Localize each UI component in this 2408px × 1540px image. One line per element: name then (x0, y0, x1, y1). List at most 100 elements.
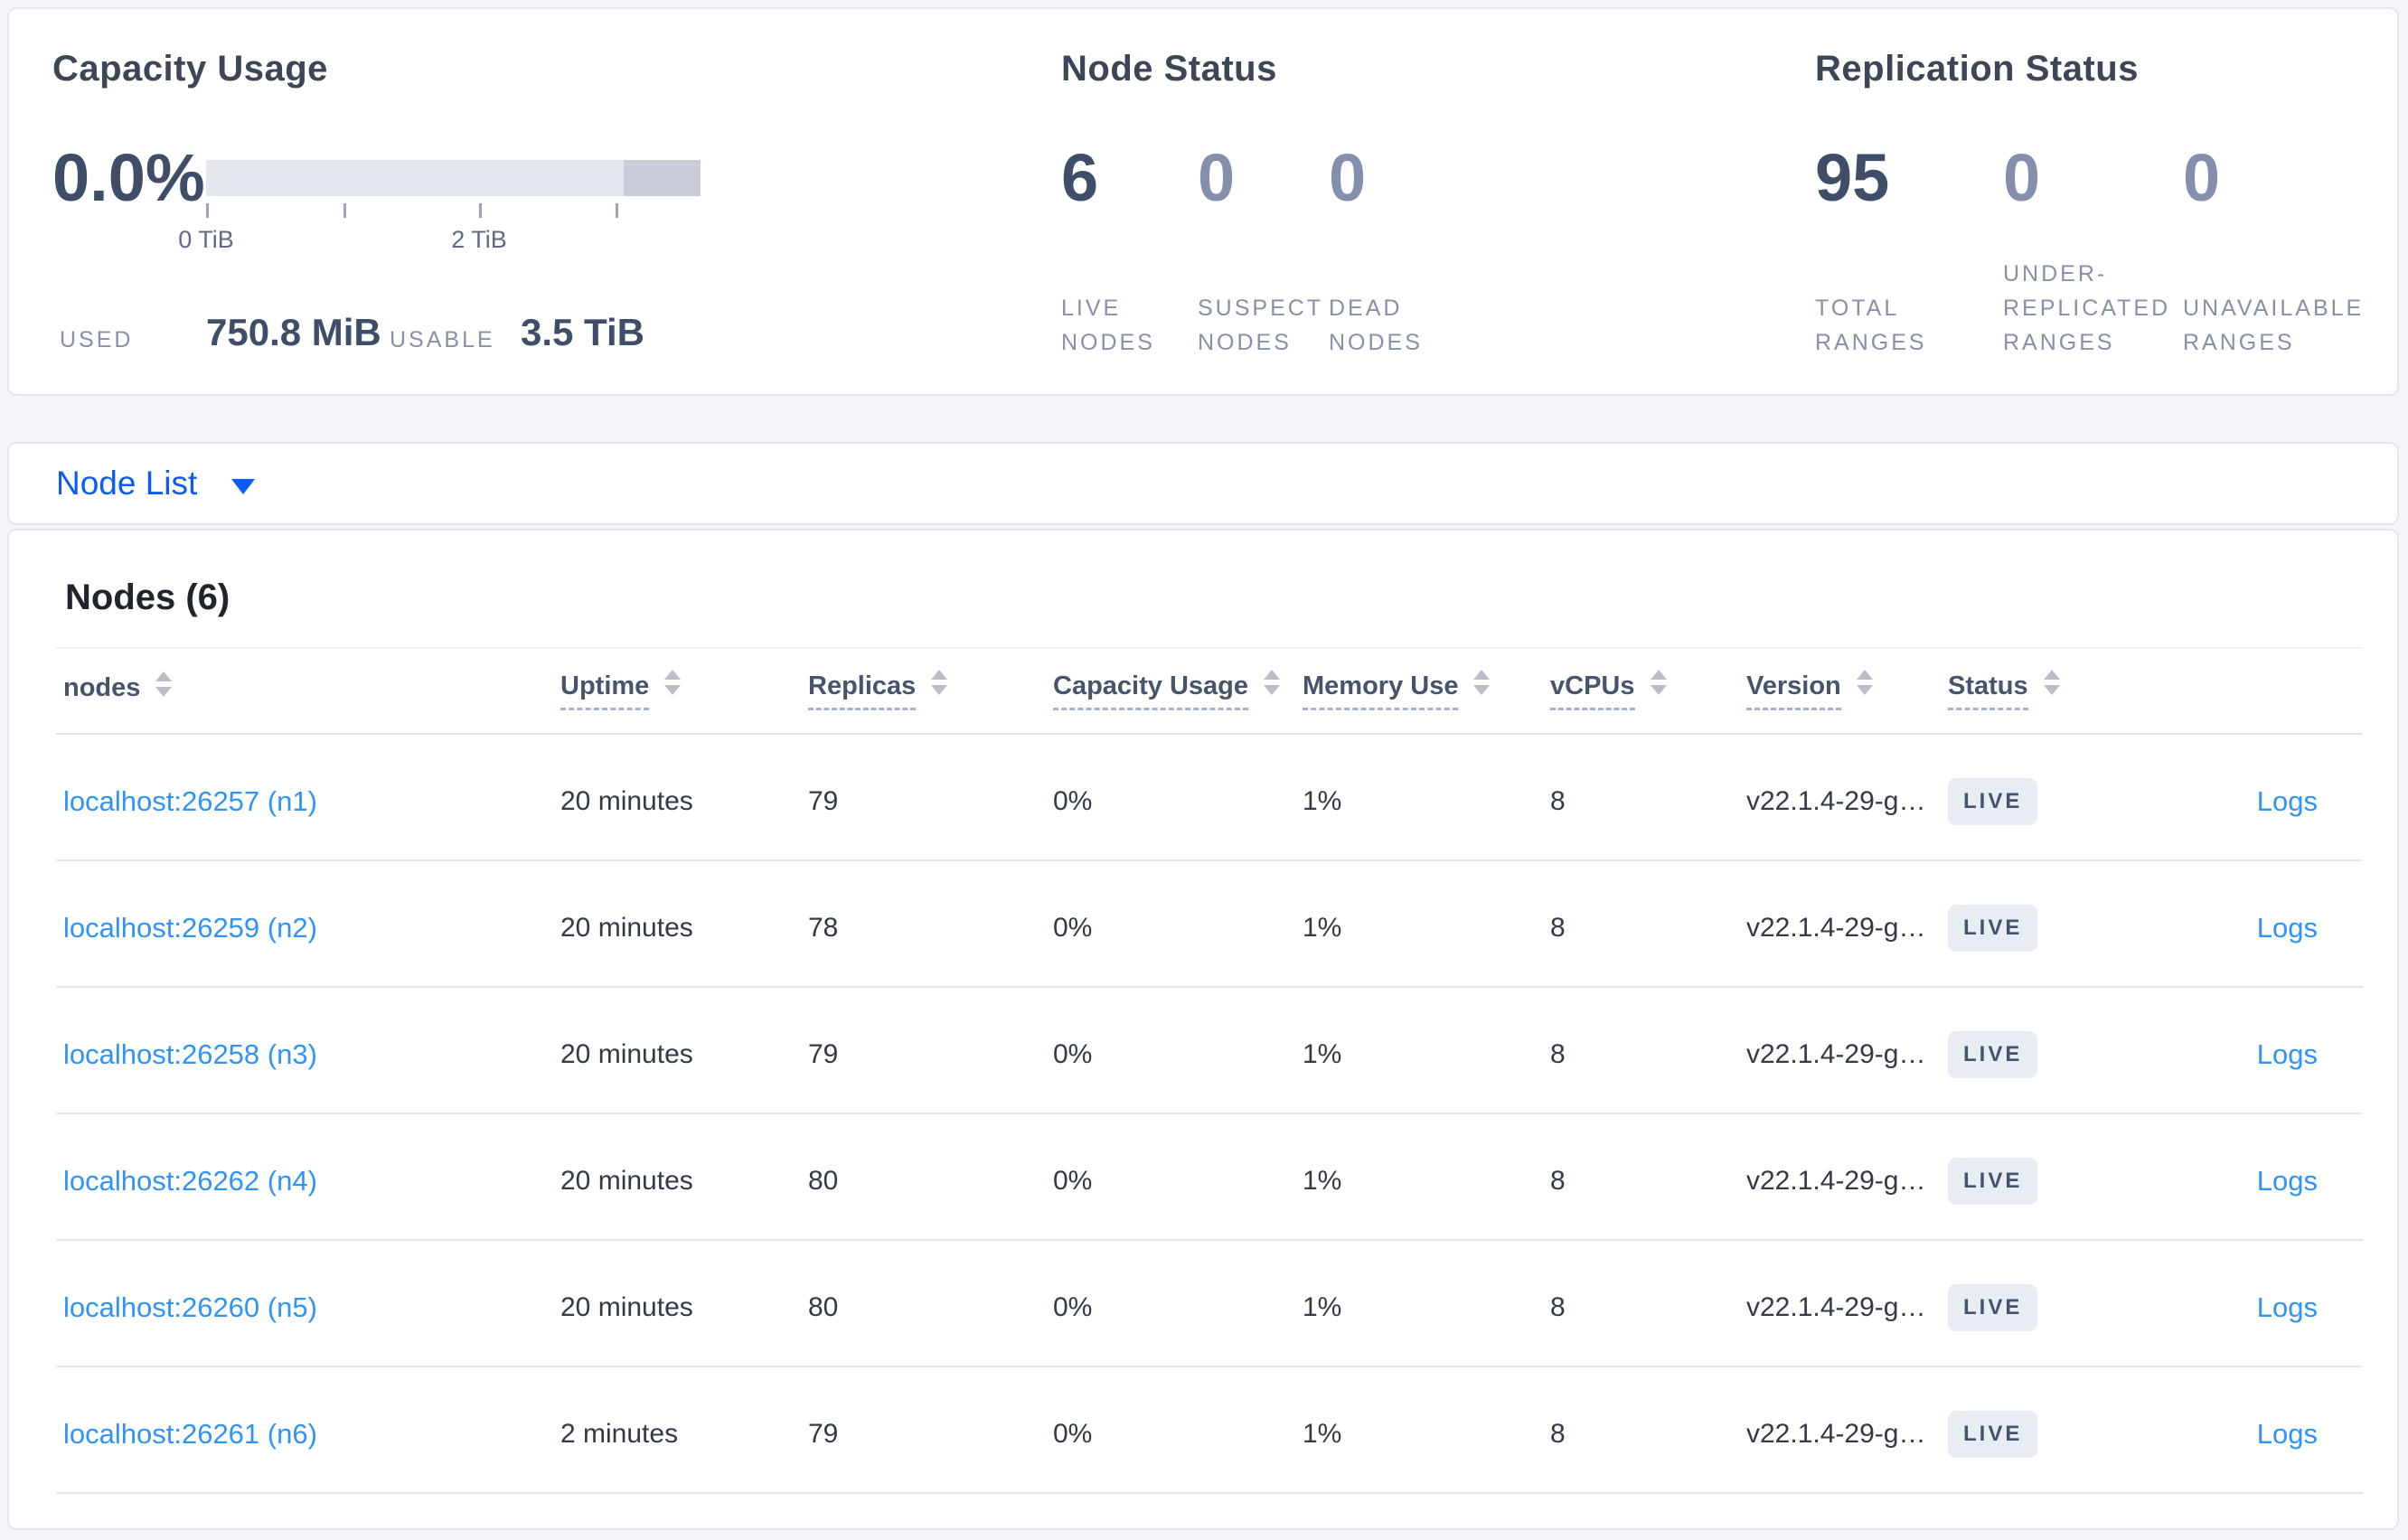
live-nodes-label: LIVE NODES (1061, 296, 1155, 355)
logs-link[interactable]: Logs (2257, 1038, 2318, 1070)
column-label: Capacity Usage (1053, 671, 1248, 710)
logs-cell: Logs (2155, 1113, 2363, 1240)
column-label: Replicas (808, 671, 917, 710)
node-address-cell: localhost:26257 (n1) (56, 734, 553, 860)
version-cell: v22.1.4-29-g… (1746, 1419, 1926, 1449)
replicas-cell: 79 (808, 1039, 839, 1069)
logs-link[interactable]: Logs (2257, 1418, 2318, 1450)
memory-use-cell: 1% (1303, 1039, 1342, 1069)
dead-nodes-label: DEAD NODES (1329, 296, 1423, 355)
node-address-link[interactable]: localhost:26262 (n4) (63, 1165, 317, 1197)
capacity-usage-cell: 0% (1053, 1166, 1093, 1196)
column-header-nodes[interactable]: nodes (56, 648, 553, 734)
vcpus-cell: 8 (1550, 913, 1566, 943)
column-header-vcpus[interactable]: vCPUs (1543, 648, 1739, 734)
table-row: localhost:26258 (n3) 20 minutes 79 0% 1% 8 v22… (56, 987, 2363, 1113)
logs-link[interactable]: Logs (2257, 1291, 2318, 1323)
vcpus-cell: 8 (1550, 1292, 1566, 1322)
memory-use-cell: 1% (1303, 1292, 1342, 1322)
replicas-cell: 80 (808, 1166, 839, 1196)
column-header-logs-spacer (2155, 648, 2363, 734)
version-cell: v22.1.4-29-g… (1746, 1039, 1926, 1069)
column-header-memory-use[interactable]: Memory Use (1295, 648, 1543, 734)
status-badge: LIVE (1948, 1031, 2038, 1078)
sort-icon (1650, 670, 1667, 696)
status-cell: LIVE (1941, 1240, 2155, 1366)
nodes-table-card: Nodes (6) nodes Uptime Replicas Capacity… (7, 529, 2399, 1530)
total-ranges-value: 95 (1815, 140, 1890, 215)
column-header-capacity-usage[interactable]: Capacity Usage (1046, 648, 1295, 734)
nodes-section-heading: Nodes (6) (65, 578, 230, 617)
view-selector-bar: Node List (7, 442, 2399, 525)
version-cell: v22.1.4-29-g… (1746, 786, 1926, 816)
uptime-cell: 20 minutes (560, 786, 693, 816)
logs-link[interactable]: Logs (2257, 1165, 2318, 1197)
memory-use-cell: 1% (1303, 913, 1342, 943)
used-label: USED (60, 327, 134, 352)
column-label: nodes (63, 672, 141, 702)
suspect-nodes-value: 0 (1198, 140, 1236, 215)
column-header-version[interactable]: Version (1739, 648, 1941, 734)
node-address-link[interactable]: localhost:26260 (n5) (63, 1291, 317, 1323)
unavailable-ranges-stat: 0 UNAVAILABLE RANGES (2183, 9, 2400, 398)
cluster-overview-card: Capacity Usage 0.0% 0 TiB 2 TiB USED 750… (7, 7, 2399, 396)
axis-tick-label: 0 TiB (178, 226, 234, 253)
status-badge: LIVE (1948, 905, 2038, 952)
uptime-cell: 20 minutes (560, 913, 693, 943)
sort-icon (1473, 670, 1491, 696)
vcpus-cell: 8 (1550, 1166, 1566, 1196)
table-row: localhost:26262 (n4) 20 minutes 80 0% 1% 8 v22… (56, 1113, 2363, 1240)
uptime-cell: 20 minutes (560, 1292, 693, 1322)
node-list-dropdown-label: Node List (56, 465, 198, 502)
node-list-dropdown[interactable]: Node List (56, 465, 256, 502)
table-row: localhost:26257 (n1) 20 minutes 79 0% 1% 8 v22… (56, 734, 2363, 860)
dead-nodes-stat: 0 DEAD NODES (1329, 9, 1546, 398)
under-replicated-ranges-value: 0 (2003, 140, 2041, 215)
node-address-link[interactable]: localhost:26259 (n2) (63, 912, 317, 944)
status-cell: LIVE (1941, 734, 2155, 860)
logs-cell: Logs (2155, 860, 2363, 987)
used-value: 750.8 MiB (206, 311, 381, 353)
live-nodes-value: 6 (1061, 140, 1099, 215)
column-label: vCPUs (1550, 671, 1635, 710)
column-label: Status (1948, 671, 2028, 710)
memory-use-cell: 1% (1303, 786, 1342, 816)
column-header-status[interactable]: Status (1941, 648, 2155, 734)
unavailable-ranges-label: UNAVAILABLE RANGES (2183, 296, 2365, 355)
replicas-cell: 79 (808, 1419, 839, 1449)
logs-cell: Logs (2155, 734, 2363, 860)
capacity-bar (206, 160, 701, 196)
capacity-usage-title: Capacity Usage (52, 49, 328, 89)
vcpus-cell: 8 (1550, 1039, 1566, 1069)
column-header-uptime[interactable]: Uptime (553, 648, 801, 734)
sort-icon (1264, 670, 1280, 696)
node-address-cell: localhost:26262 (n4) (56, 1113, 553, 1240)
total-ranges-stat: 95 TOTAL RANGES (1815, 9, 2032, 398)
capacity-used-percent: 0.0% (52, 140, 205, 215)
under-replicated-ranges-label: UNDER- REPLICATED RANGES (2003, 261, 2171, 355)
node-address-link[interactable]: localhost:26258 (n3) (63, 1038, 317, 1070)
chevron-down-icon (231, 478, 256, 494)
vcpus-cell: 8 (1550, 1419, 1566, 1449)
logs-cell: Logs (2155, 987, 2363, 1113)
usable-label: USABLE (390, 327, 495, 352)
capacity-usage-cell: 0% (1053, 1039, 1093, 1069)
dead-nodes-value: 0 (1329, 140, 1367, 215)
node-address-cell: localhost:26261 (n6) (56, 1366, 553, 1493)
node-address-link[interactable]: localhost:26261 (n6) (63, 1418, 317, 1450)
table-row: localhost:26259 (n2) 20 minutes 78 0% 1% 8 v22… (56, 860, 2363, 987)
node-address-link[interactable]: localhost:26257 (n1) (63, 785, 317, 817)
column-header-replicas[interactable]: Replicas (801, 648, 1046, 734)
sort-icon (931, 670, 948, 696)
sort-icon (155, 671, 173, 697)
axis-tick (206, 203, 209, 218)
uptime-cell: 20 minutes (560, 1166, 693, 1196)
logs-link[interactable]: Logs (2257, 785, 2318, 817)
version-cell: v22.1.4-29-g… (1746, 1292, 1926, 1322)
node-address-cell: localhost:26259 (n2) (56, 860, 553, 987)
uptime-cell: 20 minutes (560, 1039, 693, 1069)
axis-tick-label: 2 TiB (451, 226, 507, 253)
status-badge: LIVE (1948, 1411, 2038, 1458)
axis-tick (616, 203, 618, 218)
logs-link[interactable]: Logs (2257, 912, 2318, 944)
